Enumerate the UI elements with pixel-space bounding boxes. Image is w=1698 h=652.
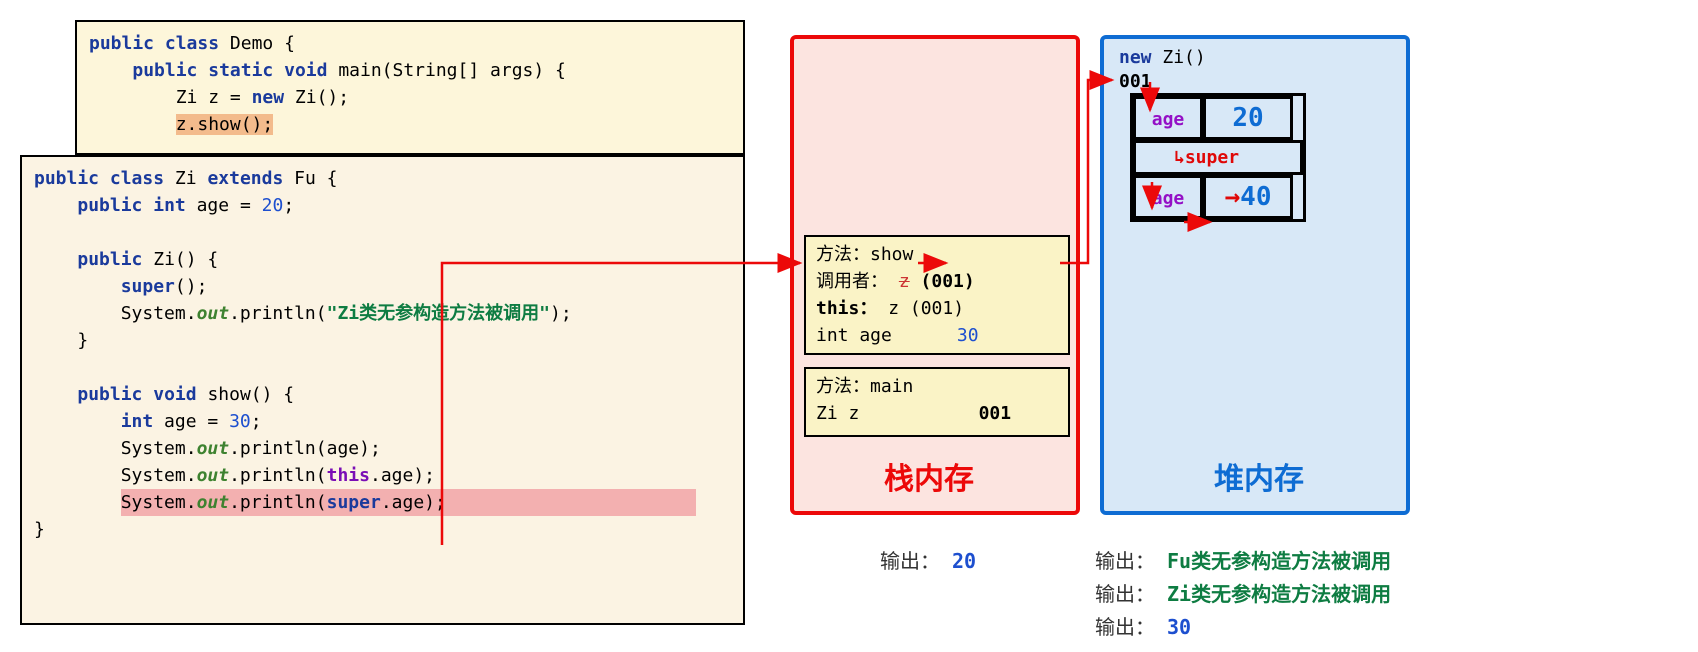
field-val-20: 20 <box>1203 96 1293 140</box>
super-val-40: →40 <box>1203 175 1293 219</box>
heap-label: 堆内存 <box>1214 454 1304 498</box>
demo-code-box: public class Demo { public static void m… <box>75 20 745 155</box>
heap-address: 001 <box>1119 71 1152 92</box>
highlighted-show-call: z.show(); <box>176 114 274 135</box>
output-r1: 输出：Fu类无参构造方法被调用 <box>1095 545 1391 574</box>
stack-label: 栈内存 <box>884 454 974 498</box>
kw-public: public <box>89 33 154 54</box>
output-r3: 输出：30 <box>1095 611 1191 640</box>
stack-frame-main: 方法：main Zi z 001 <box>804 367 1070 437</box>
object-table: age 20 ↳super age →40 <box>1130 93 1306 222</box>
stack-frame-show: 方法：show 调用者： z (001) this： z (001) int a… <box>804 235 1070 355</box>
stack-memory-box: 方法：show 调用者： z (001) this： z (001) int a… <box>790 35 1080 515</box>
output-left: 输出：20 <box>880 545 976 574</box>
heap-memory-box: new Zi() 001 age 20 ↳super age →40 堆内存 <box>1100 35 1410 515</box>
class-name: Demo { <box>230 33 295 54</box>
highlighted-super-age: System.out.println(super.age); <box>121 489 696 516</box>
field-age: age <box>1133 96 1203 140</box>
output-r2: 输出：Zi类无参构造方法被调用 <box>1095 578 1391 607</box>
super-cell: ↳super <box>1133 140 1303 175</box>
kw-class: class <box>165 33 219 54</box>
frame-method: 方法：show <box>816 241 1058 268</box>
zi-code-box: public class Zi extends Fu { public int … <box>20 155 745 625</box>
new-zi-label: new Zi() <box>1119 47 1206 68</box>
super-age: age <box>1133 175 1203 219</box>
